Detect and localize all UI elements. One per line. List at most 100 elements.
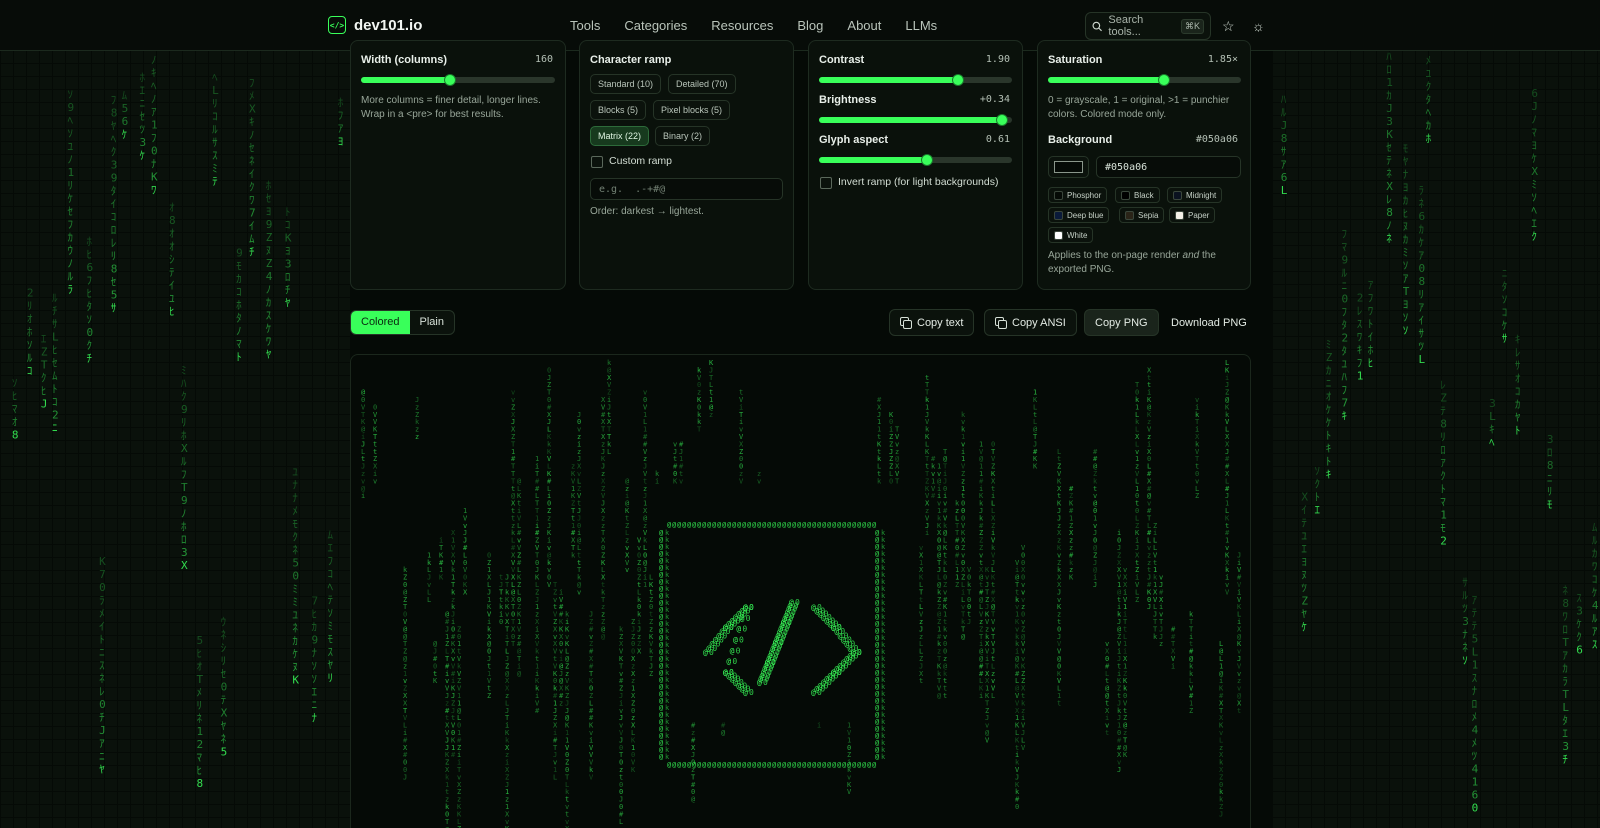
rain-glyph: ﾃ (1472, 620, 1478, 633)
rain-glyph: ﾈ (221, 629, 227, 642)
glyph-aspect-slider[interactable] (819, 154, 1012, 166)
width-slider-thumb[interactable] (444, 74, 457, 86)
swatch-sepia[interactable]: Sepia (1119, 207, 1165, 223)
ascii-glyph: V (847, 788, 852, 796)
rain-glyph: ﾐ (1403, 246, 1409, 259)
rain-glyph: L (52, 331, 59, 344)
rain-glyph: ﾌ (111, 94, 117, 107)
ramp-option-binary[interactable]: Binary (2) (655, 126, 711, 146)
swatch-black[interactable]: Black (1115, 187, 1160, 203)
rain-column: ｷﾚｻｵｺｶﾔﾄ (1515, 333, 1521, 437)
swatch-phosphor[interactable]: Phosphor (1048, 187, 1108, 203)
ramp-label: Character ramp (590, 54, 672, 66)
ascii-glyph: # (931, 492, 936, 500)
ascii-glyph: Z (955, 581, 959, 589)
rain-glyph: 6 (86, 261, 93, 274)
rain-glyph: Z (266, 231, 273, 244)
nav-blog[interactable]: Blog (797, 18, 823, 33)
rain-column: ｿﾋﾏｵ8 (12, 376, 19, 441)
ascii-glyph: z (1159, 640, 1163, 648)
rain-column: ﾒﾕｸﾀﾍｶﾎ (1426, 54, 1432, 145)
ascii-glyph: 0 (749, 688, 754, 697)
rain-glyph: 0 (86, 326, 93, 339)
rain-glyph: 1 (197, 725, 204, 738)
brightness-slider-thumb[interactable] (996, 114, 1009, 126)
sun-icon[interactable]: ☼ (1252, 18, 1265, 34)
rain-glyph: ｺ (285, 219, 291, 232)
ramp-option-standard[interactable]: Standard (10) (590, 74, 662, 94)
rain-glyph: ｿ (1315, 464, 1321, 477)
rain-glyph: ﾌ (67, 218, 73, 231)
ramp-option-matrix[interactable]: Matrix (22) (590, 126, 650, 146)
rain-glyph: ｿ (312, 660, 318, 673)
copy-ansi-button[interactable]: Copy ANSI (984, 309, 1077, 336)
swatch-paper[interactable]: Paper (1169, 207, 1216, 223)
nav-tools[interactable]: Tools (570, 18, 600, 33)
rain-glyph: ﾁ (285, 284, 291, 297)
logo[interactable]: </> dev101.io (328, 16, 422, 34)
custom-ramp-input[interactable] (590, 178, 783, 200)
rain-glyph: 2 (197, 738, 204, 751)
mode-plain-button[interactable]: Plain (410, 311, 454, 334)
ascii-glyph: 0 (742, 625, 747, 634)
swatch-midnight[interactable]: Midnight (1167, 187, 1223, 203)
brightness-slider[interactable] (819, 114, 1012, 126)
rain-glyph: ﾙ (27, 351, 33, 364)
download-png-button[interactable]: Download PNG (1160, 309, 1258, 336)
rain-glyph: 2 (27, 286, 34, 299)
rain-glyph: ｹ (1301, 621, 1307, 634)
rain-glyph: ﾙ (67, 270, 73, 283)
swatch-phosphor-label: Phosphor (1067, 190, 1102, 200)
nav-llms[interactable]: LLMs (905, 18, 937, 33)
star-icon[interactable]: ☆ (1222, 18, 1235, 35)
contrast-slider[interactable] (819, 74, 1012, 86)
mode-colored-button[interactable]: Colored (351, 311, 410, 334)
rain-glyph: ｶ (1326, 364, 1332, 377)
rain-column: ｴZTｸﾋJ (41, 332, 48, 410)
copy-png-button[interactable]: Copy PNG (1084, 309, 1159, 336)
rain-glyph: ﾙ (1592, 612, 1598, 625)
rain-glyph: ﾁ (86, 352, 92, 365)
background-hex-input[interactable] (1096, 156, 1241, 178)
rain-glyph: ｹ (67, 192, 73, 205)
rain-glyph: ｼ (169, 253, 175, 266)
rain-glyph: 9 (312, 634, 319, 647)
rain-glyph: 4 (1472, 763, 1479, 776)
rain-column: ﾑﾙｶﾜｺｹ4ﾙｱｽ (1592, 521, 1599, 651)
matrix-rain-left: ｿﾋﾏｵ82ﾘｵﾎｿﾙｺｴZTｸﾋJﾙﾁｻLﾋｾﾑﾄｺ2ﾆｿ9ﾍｿﾕﾉ1ﾘｹｾﾌ… (0, 50, 350, 828)
saturation-slider-thumb[interactable] (1157, 74, 1170, 86)
swatch-white[interactable]: White (1048, 227, 1094, 243)
glyph-aspect-value: 0.61 (985, 134, 1010, 145)
contrast-slider-thumb[interactable] (951, 74, 964, 86)
render-mode-toggle: Colored Plain (350, 310, 455, 335)
custom-ramp-checkbox[interactable] (591, 156, 603, 168)
rain-glyph: ｾ (221, 668, 227, 681)
rain-glyph: ﾀ (1341, 318, 1347, 331)
glyph-aspect-slider-thumb[interactable] (921, 154, 934, 166)
rain-glyph: 0 (292, 569, 299, 582)
rain-glyph: ﾅ (312, 712, 318, 725)
swatch-deep-blue[interactable]: Deep blue (1048, 207, 1110, 223)
ascii-glyph: # (535, 707, 540, 715)
rain-glyph: ﾍ (1426, 106, 1432, 119)
nav-categories[interactable]: Categories (624, 18, 687, 33)
saturation-slider[interactable] (1048, 74, 1241, 86)
ascii-glyph: 0 (749, 603, 754, 612)
ramp-option-blocks[interactable]: Blocks (5) (590, 100, 647, 120)
width-slider[interactable] (361, 74, 555, 86)
rain-glyph: X (1301, 491, 1308, 504)
copy-text-button[interactable]: Copy text (889, 309, 975, 336)
ramp-option-pixel-blocks[interactable]: Pixel blocks (5) (653, 100, 731, 120)
ascii-glyph: @ (743, 603, 748, 612)
background-color-picker[interactable] (1048, 156, 1089, 178)
nav-about[interactable]: About (847, 18, 881, 33)
rain-glyph: ｾ (249, 141, 255, 154)
nav-resources[interactable]: Resources (711, 18, 773, 33)
rain-glyph: Z (41, 345, 48, 358)
rain-glyph: ｹ (1326, 416, 1332, 429)
rain-glyph: ﾜ (266, 335, 272, 348)
invert-ramp-checkbox[interactable] (820, 177, 832, 189)
rain-glyph: ｽ (266, 309, 272, 322)
search-button[interactable]: Search tools... ⌘K (1085, 12, 1211, 40)
ramp-option-detailed[interactable]: Detailed (70) (668, 74, 736, 94)
